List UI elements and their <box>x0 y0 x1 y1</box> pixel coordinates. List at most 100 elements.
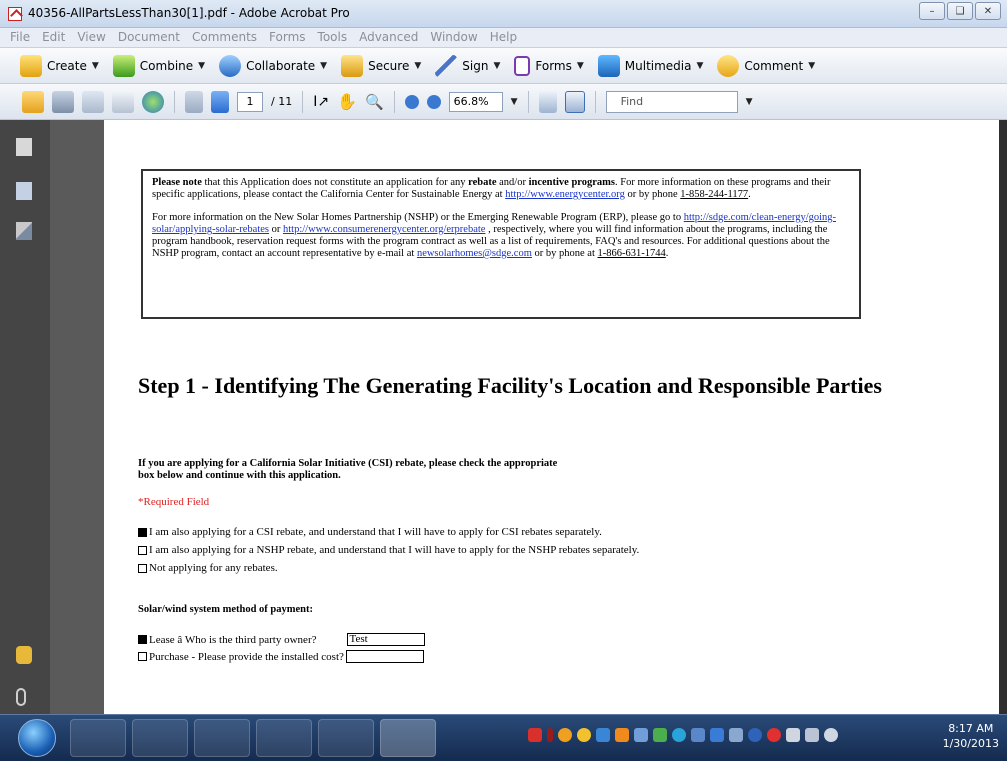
zoom-level-select[interactable]: 66.8% <box>448 91 503 112</box>
create-button[interactable]: Create ▼ <box>20 54 99 77</box>
share-icon[interactable] <box>142 90 164 113</box>
comment-button[interactable]: Comment ▼ <box>717 54 815 77</box>
tray-icon[interactable] <box>672 728 686 742</box>
pages-icon[interactable] <box>16 138 32 156</box>
tray-icon[interactable] <box>634 728 648 742</box>
next-page-icon[interactable] <box>211 90 229 113</box>
tray-icon[interactable] <box>558 728 572 742</box>
bookmarks-icon[interactable] <box>16 182 32 200</box>
multimedia-button[interactable]: Multimedia ▼ <box>597 54 703 77</box>
tray-icon[interactable] <box>596 728 610 742</box>
menu-edit[interactable]: Edit <box>36 28 71 47</box>
folder-open-icon[interactable] <box>22 90 44 113</box>
nshp-rebate-checkbox[interactable] <box>138 545 147 555</box>
required-field-label: *Required Field <box>138 496 210 508</box>
menu-file[interactable]: File <box>4 28 36 47</box>
note-text: For more information on the New Solar Ho… <box>152 212 684 223</box>
energycenter-link[interactable]: http://www.energycenter.org <box>505 189 625 200</box>
collaborate-button[interactable]: Collaborate ▼ <box>219 54 327 77</box>
menu-advanced[interactable]: Advanced <box>353 28 424 47</box>
purchase-checkbox[interactable] <box>138 652 147 661</box>
tray-icon[interactable] <box>577 728 591 742</box>
previous-page-icon[interactable] <box>185 90 203 113</box>
no-rebate-checkbox[interactable] <box>138 563 147 573</box>
lease-checkbox[interactable] <box>138 635 147 644</box>
email-link[interactable]: newsolarhomes@sdge.com <box>417 248 532 259</box>
email-icon[interactable] <box>112 90 134 113</box>
volume-icon[interactable] <box>824 728 838 742</box>
sign-button[interactable]: Sign ▼ <box>435 54 501 77</box>
menu-view[interactable]: View <box>71 28 111 47</box>
print-icon[interactable] <box>52 90 74 113</box>
chevron-down-icon: ▼ <box>91 60 99 71</box>
section-heading: Step 1 - Identifying The Generating Faci… <box>138 373 882 398</box>
tray-icon[interactable] <box>547 728 553 742</box>
zoom-in-icon[interactable] <box>426 94 441 109</box>
menu-document[interactable]: Document <box>112 28 186 47</box>
find-input[interactable]: Find <box>605 90 738 113</box>
action-center-icon[interactable] <box>805 728 819 742</box>
app-taskbar-icon[interactable] <box>318 719 374 757</box>
menu-window[interactable]: Window <box>424 28 483 47</box>
file-explorer-taskbar-icon[interactable] <box>132 719 188 757</box>
combine-button[interactable]: Combine ▼ <box>112 54 205 77</box>
minimize-button[interactable]: – <box>919 2 945 20</box>
comments-icon[interactable] <box>16 646 32 664</box>
internet-explorer-taskbar-icon[interactable] <box>70 719 126 757</box>
chevron-down-icon: ▼ <box>493 60 501 71</box>
restore-button[interactable]: ❑ <box>947 2 973 20</box>
menu-help[interactable]: Help <box>484 28 523 47</box>
start-button[interactable] <box>18 719 56 757</box>
purchase-row[interactable]: Purchase - Please provide the installed … <box>138 650 424 663</box>
note-bold-text: rebate <box>468 177 497 188</box>
menu-comments[interactable]: Comments <box>186 28 263 47</box>
acrobat-app-icon[interactable] <box>8 7 22 21</box>
csi-rebate-checkbox[interactable] <box>138 527 147 537</box>
tray-icon[interactable] <box>767 728 781 742</box>
tray-icon[interactable] <box>615 728 629 742</box>
tray-icon[interactable] <box>691 728 705 742</box>
clock-time: 8:17 AM <box>948 722 994 735</box>
zoom-tool-icon[interactable]: 🔍 <box>365 93 384 111</box>
erprebate-link[interactable]: http://www.consumerenergycenter.org/erpr… <box>283 224 485 235</box>
media-player-taskbar-icon[interactable] <box>194 719 250 757</box>
save-icon[interactable] <box>82 90 104 113</box>
tray-icon[interactable] <box>729 728 743 742</box>
page-number-input[interactable]: 1 <box>237 91 263 112</box>
note-paragraph-1: Please note that this Application does n… <box>152 177 850 201</box>
menu-tools[interactable]: Tools <box>312 28 354 47</box>
forms-button[interactable]: Forms ▼ <box>514 55 584 76</box>
zoom-out-icon[interactable] <box>404 94 419 109</box>
option-nshp-row[interactable]: I am also applying for a NSHP rebate, an… <box>138 544 639 556</box>
third-party-owner-field[interactable]: Test <box>346 633 425 646</box>
close-button[interactable]: ✕ <box>975 2 1001 20</box>
option-csi-row[interactable]: I am also applying for a CSI rebate, and… <box>138 526 602 538</box>
installed-cost-field[interactable] <box>345 650 424 663</box>
signatures-icon[interactable] <box>16 222 32 240</box>
tray-icon[interactable] <box>528 728 542 742</box>
option-none-row[interactable]: Not applying for any rebates. <box>138 562 278 574</box>
chevron-down-icon[interactable]: ▼ <box>746 97 753 107</box>
outlook-taskbar-icon[interactable] <box>256 719 312 757</box>
fit-page-icon[interactable] <box>564 90 585 113</box>
tray-icon[interactable] <box>653 728 667 742</box>
tray-icon[interactable] <box>748 728 762 742</box>
note-text: . <box>665 248 669 259</box>
attachments-icon[interactable] <box>16 688 26 706</box>
chevron-down-icon: ▼ <box>414 60 422 71</box>
document-viewport[interactable]: Please note that this Application does n… <box>50 120 999 714</box>
select-tool-icon[interactable]: I↗ <box>313 94 329 110</box>
vertical-scrollbar[interactable] <box>999 120 1007 714</box>
lease-row[interactable]: Lease â Who is the third party owner? Te… <box>138 633 425 646</box>
purchase-label: Purchase - Please provide the installed … <box>149 650 344 663</box>
hand-tool-icon[interactable]: ✋ <box>337 92 357 111</box>
chevron-down-icon[interactable]: ▼ <box>511 97 518 107</box>
lease-label: Lease â Who is the third party owner? <box>149 633 317 646</box>
menu-forms[interactable]: Forms <box>263 28 311 47</box>
fit-width-icon[interactable] <box>538 90 557 113</box>
acrobat-taskbar-icon[interactable] <box>380 719 436 757</box>
system-clock[interactable]: 8:17 AM 1/30/2013 <box>943 721 999 751</box>
network-icon[interactable] <box>786 728 800 742</box>
secure-button[interactable]: Secure ▼ <box>341 54 422 77</box>
tray-icon[interactable] <box>710 728 724 742</box>
